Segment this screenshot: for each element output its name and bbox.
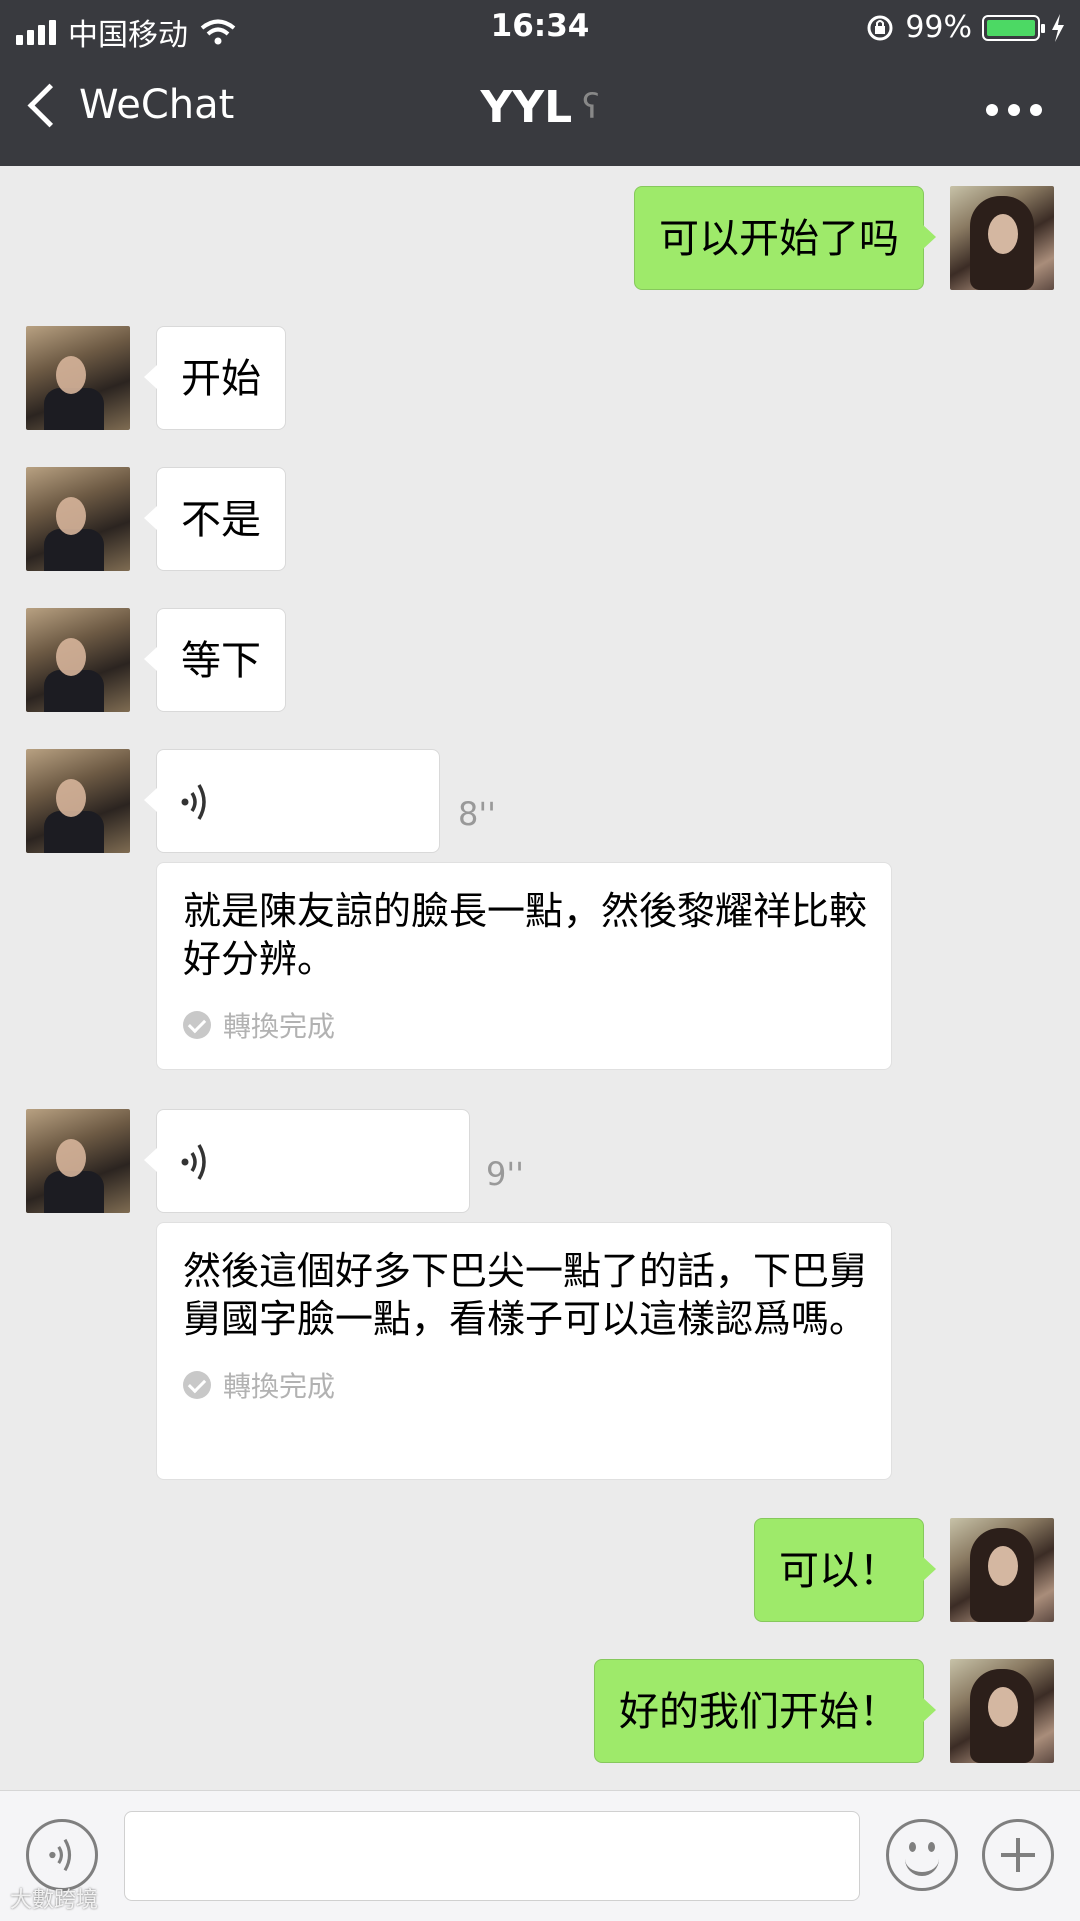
- message-row: 可以开始了吗: [0, 186, 1080, 290]
- charging-icon: [1052, 13, 1064, 42]
- plus-icon[interactable]: [982, 1819, 1054, 1891]
- watermark: 大數跨境: [10, 1888, 99, 1913]
- voice-wave-icon: [181, 784, 206, 820]
- message-row: 等下: [0, 608, 1080, 712]
- check-circle-icon: [183, 1371, 211, 1399]
- emoji-icon[interactable]: [886, 1819, 958, 1891]
- nav-bar: WeChat YYL ʕ: [0, 54, 1080, 166]
- message-text: 好的我们开始！: [619, 1689, 899, 1735]
- avatar-self[interactable]: [950, 1659, 1054, 1763]
- message-text: 可以开始了吗: [659, 216, 899, 262]
- chat-title-wrap: YYL ʕ: [0, 82, 1080, 133]
- avatar-contact[interactable]: [26, 608, 130, 712]
- message-text: 可以！: [779, 1548, 899, 1594]
- rotation-lock-icon: [867, 15, 893, 40]
- transcript-status: 轉換完成: [183, 1365, 867, 1405]
- message-bubble-outgoing[interactable]: 好的我们开始！: [594, 1659, 936, 1763]
- voice-duration: 8'': [458, 795, 496, 833]
- message-row: 可以！: [0, 1518, 1080, 1622]
- transcript-text: 然後這個好多下巴尖一點了的話，下巴舅舅國字臉一點，看樣子可以這樣認爲嗎。: [183, 1249, 868, 1341]
- voice-message-bubble[interactable]: [144, 1109, 470, 1213]
- avatar-contact[interactable]: [26, 749, 130, 853]
- check-circle-icon: [183, 1011, 211, 1039]
- chat-area: 可以开始了吗 开始 不是 等下 8'' 就是陳友諒的臉長一點，然後黎耀祥比較好分…: [0, 166, 1080, 1790]
- earpiece-mode-icon: ʕ: [582, 87, 600, 127]
- voice-duration: 9'': [486, 1155, 524, 1193]
- voice-transcript[interactable]: 然後這個好多下巴尖一點了的話，下巴舅舅國字臉一點，看樣子可以這樣認爲嗎。 轉換完…: [156, 1222, 892, 1480]
- voice-input-icon[interactable]: [26, 1819, 98, 1891]
- transcript-text: 就是陳友諒的臉長一點，然後黎耀祥比較好分辨。: [183, 889, 868, 981]
- avatar-self[interactable]: [950, 186, 1054, 290]
- input-bar: [0, 1790, 1080, 1921]
- message-text: 等下: [181, 638, 261, 684]
- message-bubble-outgoing[interactable]: 可以开始了吗: [634, 186, 936, 290]
- avatar-contact[interactable]: [26, 1109, 130, 1213]
- transcript-status-label: 轉換完成: [223, 1370, 336, 1403]
- more-icon[interactable]: [986, 104, 1042, 116]
- message-row: 开始: [0, 326, 1080, 430]
- avatar-contact[interactable]: [26, 326, 130, 430]
- status-right: 99%: [865, 10, 1066, 45]
- avatar-self[interactable]: [950, 1518, 1054, 1622]
- voice-message-bubble[interactable]: [144, 749, 440, 853]
- battery-percent: 99%: [905, 10, 972, 45]
- avatar-contact[interactable]: [26, 467, 130, 571]
- status-bar: 中国移动 16:34 99%: [0, 0, 1080, 54]
- message-row: 不是: [0, 467, 1080, 571]
- voice-transcript[interactable]: 就是陳友諒的臉長一點，然後黎耀祥比較好分辨。 轉換完成: [156, 862, 892, 1070]
- message-input[interactable]: [124, 1811, 860, 1901]
- message-bubble-incoming[interactable]: 不是: [144, 467, 286, 571]
- message-row: 好的我们开始！: [0, 1659, 1080, 1763]
- message-bubble-incoming[interactable]: 开始: [144, 326, 286, 430]
- transcript-status: 轉換完成: [183, 1005, 867, 1045]
- voice-message-row: 9'' 然後這個好多下巴尖一點了的話，下巴舅舅國字臉一點，看樣子可以這樣認爲嗎。…: [0, 1109, 1080, 1509]
- voice-message-row: 8'' 就是陳友諒的臉長一點，然後黎耀祥比較好分辨。 轉換完成: [0, 749, 1080, 1089]
- battery-icon: [982, 14, 1045, 41]
- voice-wave-icon: [181, 1144, 206, 1180]
- message-text: 不是: [181, 497, 261, 543]
- message-bubble-incoming[interactable]: 等下: [144, 608, 286, 712]
- battery-fill: [987, 19, 1035, 36]
- transcript-status-label: 轉換完成: [223, 1010, 336, 1043]
- voice-wave-icon: [49, 1838, 72, 1872]
- message-text: 开始: [181, 356, 261, 402]
- message-bubble-outgoing[interactable]: 可以！: [754, 1518, 936, 1622]
- chat-title: YYL: [480, 82, 573, 133]
